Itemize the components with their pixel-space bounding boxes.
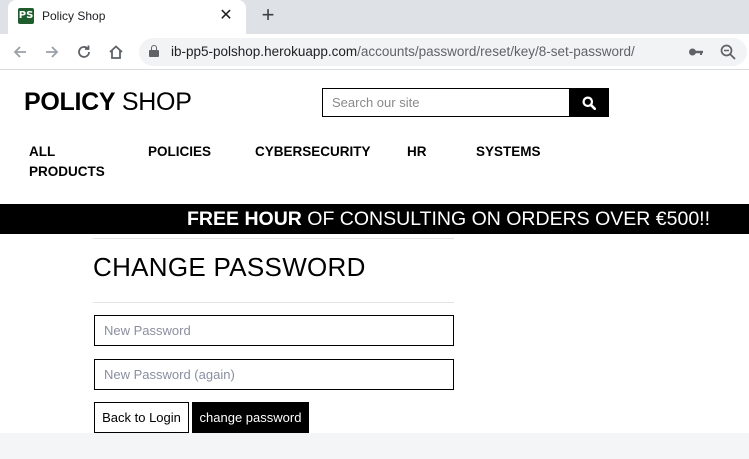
new-password-field[interactable] <box>94 315 454 346</box>
nav-policies[interactable]: POLICIES <box>148 142 211 162</box>
plus-icon[interactable]: + <box>256 4 280 28</box>
tab-title: Policy Shop <box>42 9 106 23</box>
change-password-button[interactable]: change password <box>192 402 309 433</box>
site-logo[interactable]: POLICY SHOP <box>24 88 192 117</box>
confirm-password-field[interactable] <box>94 359 454 390</box>
browser-toolbar: ib-pp5-polshop.herokuapp.com/accounts/pa… <box>0 34 749 70</box>
page-title: CHANGE PASSWORD <box>93 252 366 282</box>
banner-text: OF CONSULTING ON ORDERS OVER €500!! <box>301 208 710 230</box>
nav-cybersecurity[interactable]: CYBERSECURITY <box>255 142 371 162</box>
lock-icon <box>149 45 159 57</box>
forward-arrow-icon[interactable] <box>39 39 65 65</box>
browser-tab[interactable]: PS Policy Shop ✕ <box>8 0 246 34</box>
key-icon[interactable] <box>687 43 705 61</box>
back-to-login-button[interactable]: Back to Login <box>94 402 189 433</box>
footer-strip <box>0 433 749 459</box>
browser-tab-strip: PS Policy Shop ✕ + <box>0 0 749 34</box>
site-favicon: PS <box>18 8 34 24</box>
close-icon[interactable]: ✕ <box>216 6 236 26</box>
promo-banner: FREE HOUR OF CONSULTING ON ORDERS OVER €… <box>0 204 749 234</box>
zoom-icon[interactable] <box>719 43 737 61</box>
reload-icon[interactable] <box>71 39 97 65</box>
nav-systems[interactable]: SYSTEMS <box>476 142 541 162</box>
divider-middle <box>93 302 454 303</box>
address-bar[interactable]: ib-pp5-polshop.herokuapp.com/accounts/pa… <box>139 38 747 66</box>
divider-top <box>93 238 454 239</box>
banner-highlight: FREE HOUR <box>187 208 302 230</box>
nav-hr[interactable]: HR <box>407 142 427 162</box>
back-arrow-icon[interactable] <box>7 39 33 65</box>
search-button[interactable] <box>569 88 609 117</box>
search-input[interactable] <box>322 88 570 117</box>
nav-all-products[interactable]: ALL PRODUCTS <box>29 142 105 182</box>
search-icon <box>569 96 609 110</box>
url-text: ib-pp5-polshop.herokuapp.com/accounts/pa… <box>171 44 635 59</box>
home-icon[interactable] <box>103 39 129 65</box>
